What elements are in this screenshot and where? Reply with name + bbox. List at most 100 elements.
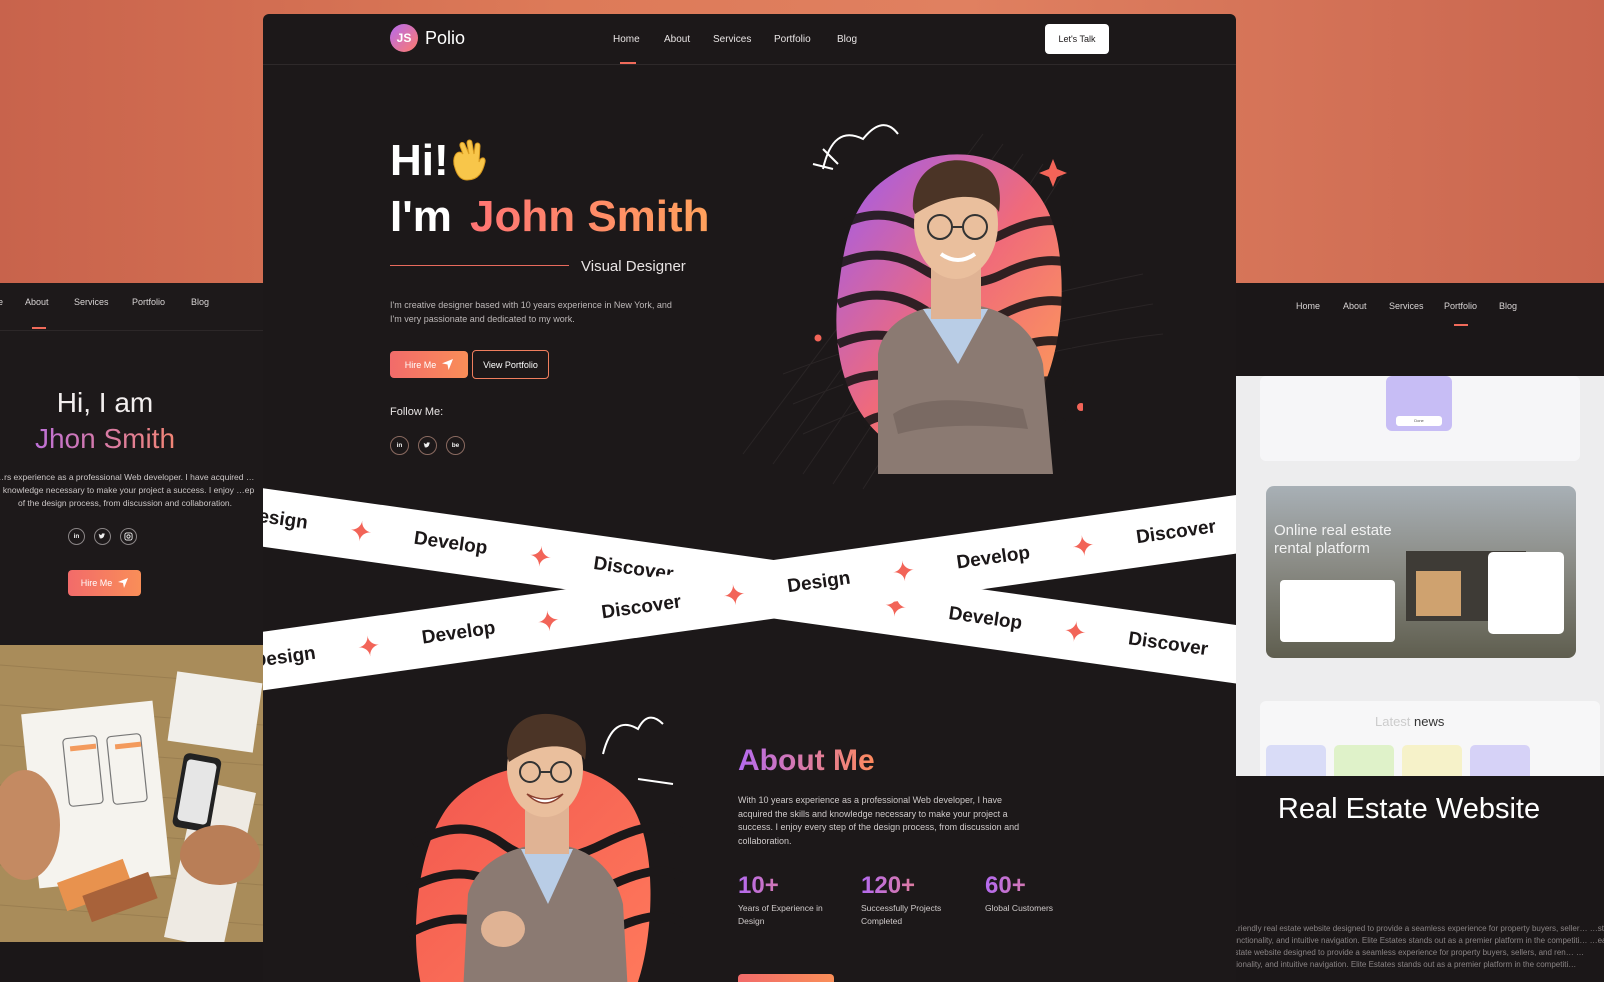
ribbon-word: Discover — [600, 591, 683, 624]
left-nav-blog[interactable]: Blog — [191, 297, 209, 307]
news-tile — [1470, 745, 1530, 776]
right-nav-services[interactable]: Services — [1389, 301, 1424, 311]
ribbon-word: Design — [263, 504, 310, 534]
main-portfolio-window: JS Polio Home About Services Portfolio B… — [263, 14, 1236, 982]
left-description: …rs experience as a professional Web dev… — [0, 472, 255, 508]
news-tile — [1334, 745, 1394, 776]
waving-hand-icon — [445, 138, 491, 193]
ribbon-word: Develop — [412, 527, 489, 559]
twitter-icon[interactable] — [94, 528, 111, 545]
sparkle-icon: ✦ — [534, 603, 563, 638]
stat-value: 120+ — [861, 872, 961, 900]
sparkle-icon: ✦ — [1061, 614, 1089, 649]
left-nav-portfolio[interactable]: Portfolio — [132, 297, 165, 307]
nav-services[interactable]: Services — [713, 34, 751, 45]
left-hire-button[interactable]: Hire Me — [68, 570, 141, 596]
logo-text: Polio — [425, 27, 466, 48]
left-wireframe-photo — [0, 645, 263, 942]
left-nav-active-indicator — [32, 327, 46, 329]
nav-divider — [263, 64, 1236, 65]
news-tile — [1402, 745, 1462, 776]
booking-panel — [1280, 580, 1395, 642]
hero-im: I'm — [390, 192, 452, 241]
news-tile — [1266, 745, 1326, 776]
left-nav-cut: e — [0, 297, 4, 307]
about-title: About Me — [738, 744, 875, 777]
done-button: Done — [1396, 416, 1442, 426]
about-portrait — [405, 713, 683, 982]
ribbon-word: Design — [263, 642, 318, 673]
logo-badge: JS — [390, 24, 418, 52]
right-nav-about[interactable]: About — [1343, 301, 1367, 311]
ribbon-word: Develop — [420, 617, 497, 649]
sparkle-icon: ✦ — [720, 577, 749, 612]
ribbon-word: Discover — [1126, 628, 1210, 661]
stat-label: Years of Experience in Design — [738, 903, 823, 926]
hero-role: Visual Designer — [581, 258, 686, 275]
send-icon — [442, 359, 454, 370]
logo[interactable]: JS Polio — [390, 24, 465, 52]
right-nav-blog[interactable]: Blog — [1499, 301, 1517, 311]
left-nav-services[interactable]: Services — [74, 297, 109, 307]
sparkle-icon: ✦ — [526, 539, 555, 574]
right-nav-portfolio[interactable]: Portfolio — [1444, 301, 1477, 311]
hero-description: I'm creative designer based with 10 year… — [390, 300, 672, 324]
nav-portfolio[interactable]: Portfolio — [774, 34, 811, 45]
send-icon — [118, 578, 129, 588]
real-estate-hero-title: Online real estate rental platform — [1274, 522, 1392, 557]
stat-label: Global Customers — [985, 903, 1054, 913]
stat-value: 60+ — [985, 872, 1085, 900]
hero-portrait — [812, 124, 1083, 474]
lets-talk-button[interactable]: Let's Talk — [1045, 24, 1109, 54]
behance-icon[interactable]: be — [446, 436, 465, 455]
left-name: Jhon Smith — [0, 423, 210, 455]
left-nav-about[interactable]: About — [25, 297, 49, 307]
sparkle-icon: ✦ — [889, 554, 918, 589]
right-nav-active-indicator — [1454, 324, 1468, 326]
about-description: With 10 years experience as a profession… — [738, 795, 1020, 846]
left-preview-card: e About Services Portfolio Blog Hi, I am… — [0, 283, 263, 645]
ribbon-word: Design — [786, 567, 852, 598]
nav-about[interactable]: About — [664, 34, 690, 45]
about-cta-button[interactable] — [738, 974, 834, 982]
latest-news-section: Latest news — [1260, 701, 1600, 776]
stat-experience: 10+ Years of Experience in Design — [738, 872, 838, 928]
house-window — [1416, 571, 1461, 616]
ribbon-word: Develop — [947, 602, 1024, 635]
project-description: …riendly real estate website designed to… — [1236, 924, 1604, 969]
hero-social-links: in be — [390, 436, 465, 455]
hire-me-button[interactable]: Hire Me — [390, 351, 468, 378]
latest-news-title: Latest news — [1375, 714, 1445, 729]
project-title: Real Estate Website — [1277, 793, 1541, 825]
hero-name: John Smith — [470, 192, 710, 241]
ribbon-word: Develop — [955, 542, 1032, 574]
linkedin-icon[interactable]: in — [68, 528, 85, 545]
left-social-links: in — [68, 528, 137, 545]
left-nav: e About Services Portfolio Blog — [0, 297, 263, 317]
linkedin-icon[interactable]: in — [390, 436, 409, 455]
hire-me-label: Hire Me — [404, 359, 437, 370]
view-portfolio-button[interactable]: View Portfolio — [472, 350, 549, 379]
stat-customers: 60+ Global Customers — [985, 872, 1085, 915]
left-greeting: Hi, I am — [56, 387, 154, 418]
nav-home[interactable]: Home — [613, 34, 640, 45]
stat-label: Successfully Projects Completed — [861, 903, 942, 926]
right-preview-card: Home About Services Portfolio Blog Done … — [1236, 283, 1604, 982]
hero-divider-line — [390, 265, 569, 266]
twitter-icon[interactable] — [418, 436, 437, 455]
left-hire-label: Hire Me — [80, 578, 113, 588]
top-navigation: JS Polio Home About Services Portfolio B… — [263, 14, 1236, 64]
checklist-panel — [1488, 552, 1564, 634]
real-estate-screenshot: Done Online real estate rental platform … — [1236, 376, 1604, 776]
stat-value: 10+ — [738, 872, 838, 900]
real-estate-hero: Online real estate rental platform — [1266, 486, 1576, 658]
stat-projects: 120+ Successfully Projects Completed — [861, 872, 961, 928]
left-nav-divider — [0, 330, 263, 331]
hero-greeting: Hi! — [390, 136, 449, 185]
follow-label: Follow Me: — [390, 406, 444, 418]
sparkle-icon: ✦ — [1069, 528, 1097, 563]
nav-blog[interactable]: Blog — [837, 34, 857, 45]
instagram-icon[interactable] — [120, 528, 137, 545]
right-nav-home[interactable]: Home — [1296, 301, 1320, 311]
ribbon-word: Discover — [1134, 516, 1218, 549]
